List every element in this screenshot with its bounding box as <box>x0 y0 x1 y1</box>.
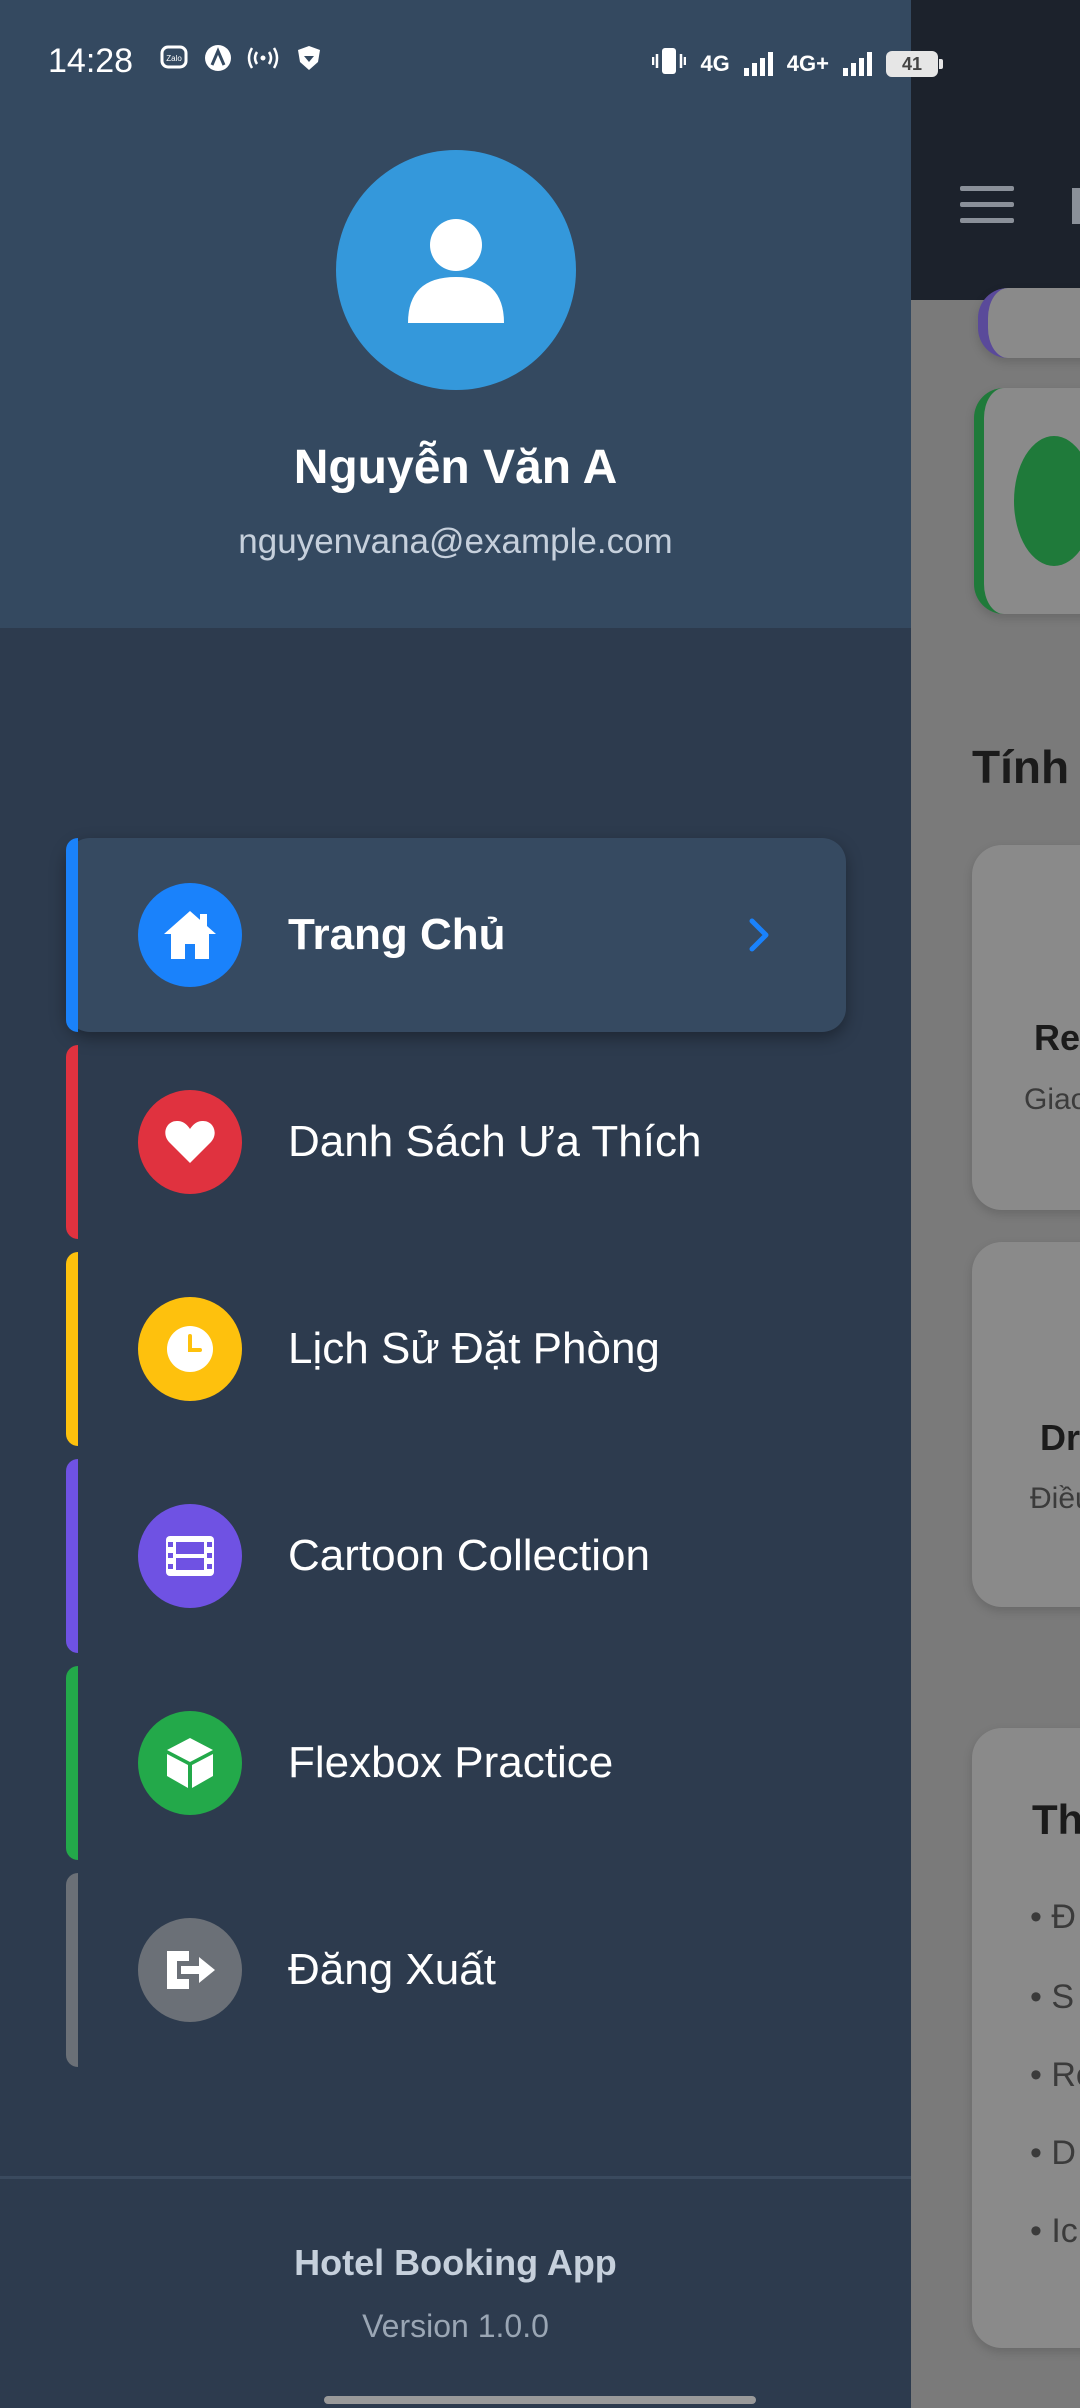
menu-accent-bar <box>66 1666 78 1860</box>
home-indicator[interactable] <box>324 2396 756 2404</box>
app-name: Hotel Booking App <box>294 2242 617 2283</box>
battery-icon: 41 <box>886 51 943 77</box>
menu-item-label: Flexbox Practice <box>288 1738 614 1787</box>
menu-item-label: Lịch Sử Đặt Phòng <box>288 1324 660 1373</box>
feature-card-partial[interactable] <box>974 388 1080 614</box>
header-title-fragment <box>1072 188 1080 224</box>
heart-icon <box>138 1090 242 1194</box>
vibrate-icon <box>652 46 687 82</box>
avatar[interactable] <box>336 150 576 390</box>
info-title: Th <box>1032 1796 1080 1843</box>
status-time: 14:28 <box>48 42 134 80</box>
user-icon <box>408 219 504 323</box>
menu-accent-bar <box>66 838 78 1032</box>
menu-item-logout[interactable]: Đăng Xuất <box>66 1873 846 2067</box>
info-list-item: • D <box>1030 2134 1076 2172</box>
menu-accent-bar <box>66 1459 78 1653</box>
info-card: Th • Đ • S • Re • D • Ic <box>972 1728 1080 2348</box>
signal-icon <box>743 52 773 76</box>
zalo-icon: Zalo <box>160 44 190 79</box>
status-bar: 14:28 Zalo 4G 4G+ 41 <box>0 0 1080 126</box>
feature-card-partial[interactable] <box>978 288 1080 358</box>
menu-item-label: Trang Chủ <box>288 910 506 959</box>
a-icon <box>204 44 232 79</box>
menu-item-label: Đăng Xuất <box>288 1945 496 1994</box>
signal-icon <box>843 52 872 76</box>
hotspot-icon <box>246 44 280 79</box>
menu-accent-bar <box>66 1045 78 1239</box>
hamburger-menu-icon[interactable] <box>960 186 1014 223</box>
network-type-label: 4G+ <box>786 51 829 76</box>
app-version: Version 1.0.0 <box>362 2308 549 2344</box>
network-type-label: 4G <box>700 51 730 76</box>
card-subtitle: Giao <box>1024 1083 1080 1116</box>
user-email: nguyenvana@example.com <box>238 522 673 561</box>
section-title: Tính <box>972 741 1070 793</box>
menu-accent-bar <box>66 1873 78 2067</box>
clock-icon <box>138 1297 242 1401</box>
navigation-drawer: Nguyễn Văn A nguyenvana@example.com Tran… <box>0 0 911 2408</box>
info-list-item: • Đ <box>1030 1898 1076 1936</box>
menu-item-home[interactable]: Trang Chủ <box>66 838 846 1032</box>
menu-item-favorites[interactable]: Danh Sách Ưa Thích <box>66 1045 846 1239</box>
card-title: Re <box>1034 1017 1080 1058</box>
svg-text:Zalo: Zalo <box>166 54 182 63</box>
menu-item-booking-history[interactable]: Lịch Sử Đặt Phòng <box>66 1252 846 1446</box>
logout-icon <box>138 1918 242 2022</box>
feature-card[interactable]: Dr Điều <box>972 1242 1080 1607</box>
shield-icon <box>296 44 322 79</box>
user-name: Nguyễn Văn A <box>293 441 618 494</box>
home-icon <box>138 883 242 987</box>
cube-icon <box>138 1711 242 1815</box>
footer-divider <box>0 2176 911 2179</box>
card-title: Dr <box>1040 1417 1080 1458</box>
feature-card[interactable]: Re Giao <box>972 845 1080 1210</box>
cube-icon <box>1014 436 1080 566</box>
film-icon <box>138 1504 242 1608</box>
info-list-item: • Ic <box>1030 2212 1078 2250</box>
info-list-item: • S <box>1030 1978 1075 2016</box>
info-list-item: • Re <box>1030 2056 1080 2094</box>
menu-item-label: Danh Sách Ưa Thích <box>288 1117 702 1166</box>
card-subtitle: Điều <box>1030 1482 1080 1515</box>
chevron-right-icon <box>746 915 772 960</box>
menu-item-cartoon-collection[interactable]: Cartoon Collection <box>66 1459 846 1653</box>
menu-item-label: Cartoon Collection <box>288 1531 650 1580</box>
menu-accent-bar <box>66 1252 78 1446</box>
menu-item-flexbox-practice[interactable]: Flexbox Practice <box>66 1666 846 1860</box>
status-right: 4G 4G+ 41 <box>652 46 943 82</box>
